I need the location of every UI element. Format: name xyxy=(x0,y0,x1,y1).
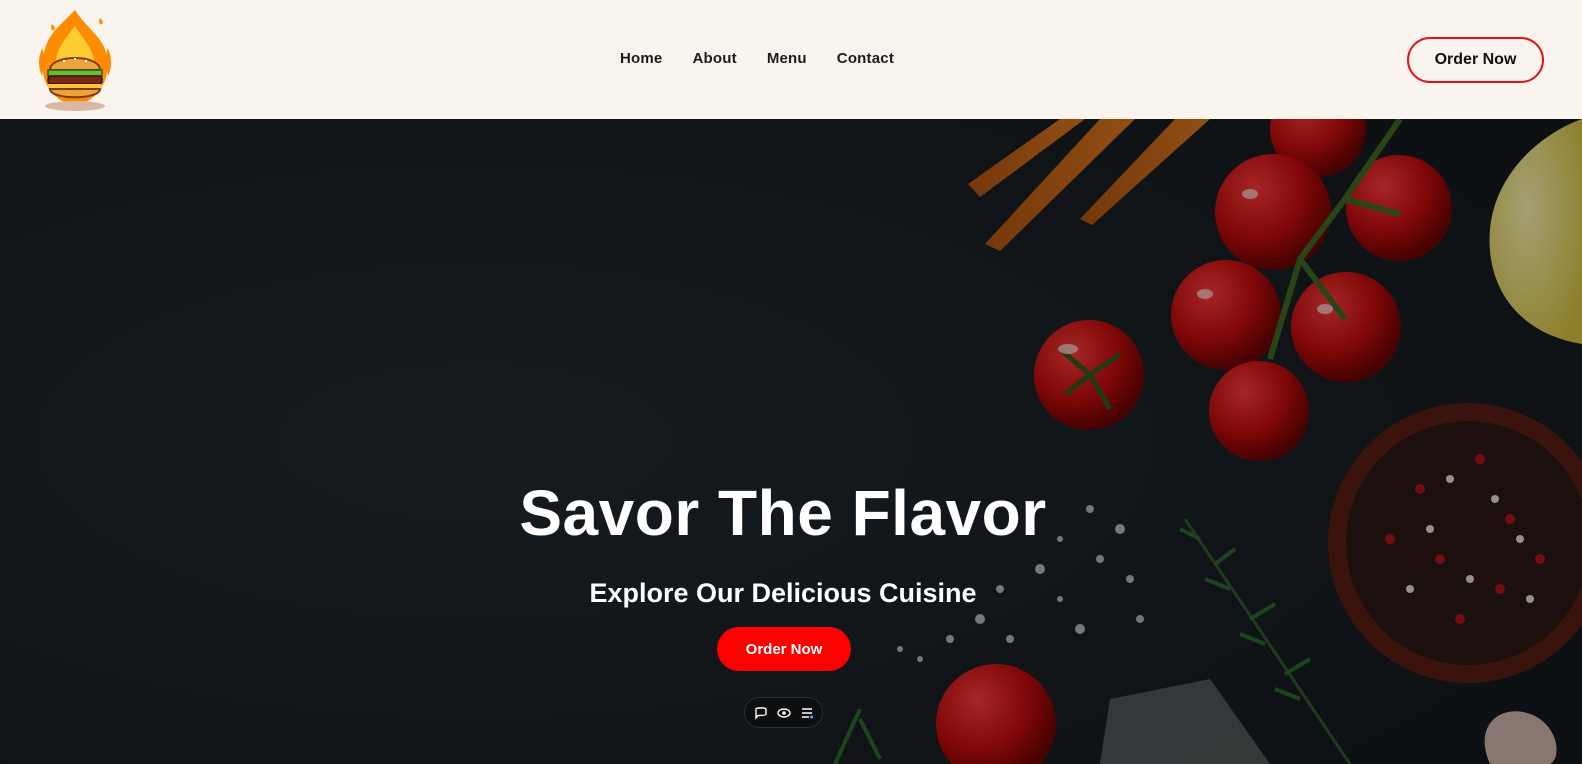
burger-logo-icon[interactable] xyxy=(30,8,120,112)
hero-title: Savor The Flavor xyxy=(519,477,1047,549)
site-header: Home About Menu Contact Order Now xyxy=(0,0,1582,119)
hero-order-now-button[interactable]: Order Now xyxy=(717,627,851,671)
nav-contact-link[interactable]: Contact xyxy=(837,50,894,67)
nav-home-link[interactable]: Home xyxy=(620,50,662,67)
main-nav: Home About Menu Contact xyxy=(620,50,894,67)
menu-lines-icon[interactable] xyxy=(800,706,814,720)
eye-icon[interactable] xyxy=(776,706,791,720)
comment-icon[interactable] xyxy=(754,706,768,720)
nav-menu-link[interactable]: Menu xyxy=(767,50,807,67)
hero-subtitle: Explore Our Delicious Cuisine xyxy=(589,578,977,608)
floating-toolbar xyxy=(744,697,823,728)
header-order-now-button[interactable]: Order Now xyxy=(1407,37,1544,83)
nav-about-link[interactable]: About xyxy=(692,50,736,67)
hero-section: Savor The Flavor Explore Our Delicious C… xyxy=(0,119,1582,764)
